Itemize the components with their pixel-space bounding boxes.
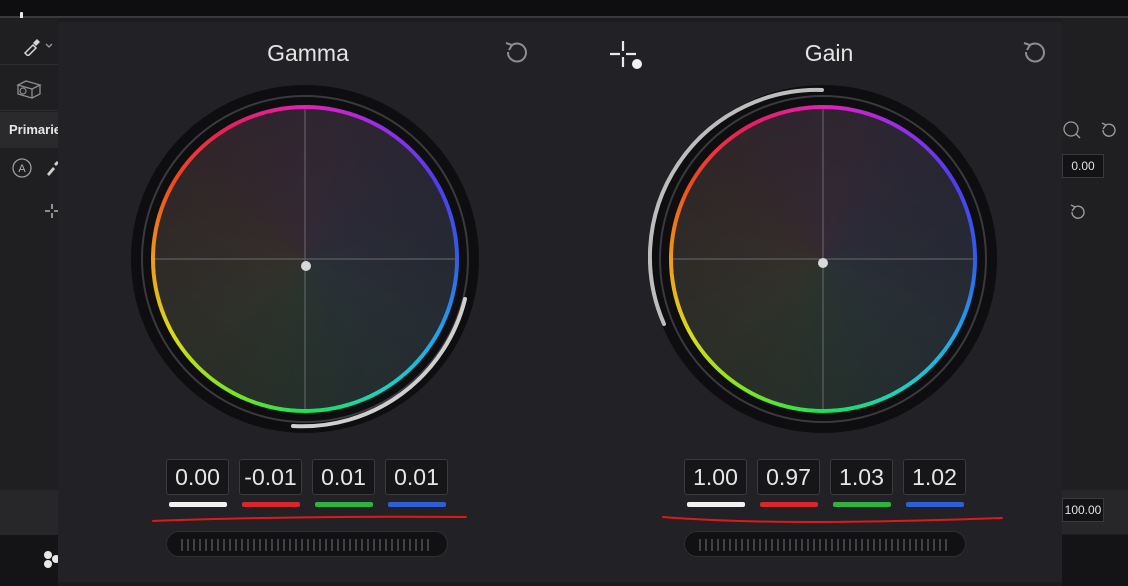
green-channel-swatch bbox=[314, 502, 373, 507]
right-bottom-value-field[interactable]: 100.00 bbox=[1062, 498, 1104, 522]
gain-red-cell: 0.97 bbox=[757, 459, 820, 507]
red-channel-swatch bbox=[241, 502, 300, 507]
reset-icon[interactable] bbox=[1068, 202, 1088, 222]
crosshair-picker-icon[interactable] bbox=[606, 38, 644, 72]
gamma-blue-cell: 0.01 bbox=[385, 459, 448, 507]
gain-master-field[interactable]: 1.00 bbox=[684, 459, 747, 495]
jog-ticks bbox=[181, 539, 433, 551]
svg-text:A: A bbox=[18, 163, 26, 175]
gamma-green-cell: 0.01 bbox=[312, 459, 375, 507]
annotation-underline-gamma bbox=[152, 515, 467, 522]
green-channel-swatch bbox=[832, 502, 891, 507]
blue-channel-swatch bbox=[905, 502, 964, 507]
gamma-blue-field[interactable]: 0.01 bbox=[385, 459, 448, 495]
gamma-color-wheel[interactable] bbox=[130, 84, 480, 434]
reset-icon[interactable] bbox=[1098, 120, 1120, 140]
gain-blue-cell: 1.02 bbox=[903, 459, 966, 507]
gain-values-row: 1.00 0.97 1.03 1.02 bbox=[684, 459, 966, 507]
master-channel-swatch bbox=[168, 502, 227, 507]
annotation-underline-gain bbox=[662, 516, 1003, 523]
gamma-master-cell: 0.00 bbox=[166, 459, 229, 507]
gain-green-field[interactable]: 1.03 bbox=[830, 459, 893, 495]
gain-wheel-title: Gain bbox=[804, 40, 854, 66]
gamma-red-cell: -0.01 bbox=[239, 459, 302, 507]
gain-green-cell: 1.03 bbox=[830, 459, 893, 507]
primaries-tab[interactable]: Primaries bbox=[0, 112, 68, 148]
gain-reset-icon[interactable] bbox=[1018, 38, 1048, 68]
gain-color-wheel[interactable] bbox=[648, 84, 998, 434]
timeline-ruler bbox=[0, 16, 1128, 18]
blue-channel-swatch bbox=[387, 502, 446, 507]
gain-master-wheel-jog[interactable] bbox=[684, 531, 966, 557]
zoom-icon[interactable] bbox=[1062, 120, 1082, 140]
right-value-field[interactable]: 0.00 bbox=[1062, 154, 1104, 178]
gamma-wheel-title: Gamma bbox=[267, 40, 349, 66]
red-channel-swatch bbox=[759, 502, 818, 507]
gain-master-cell: 1.00 bbox=[684, 459, 747, 507]
master-channel-swatch bbox=[686, 502, 745, 507]
eyedropper-icon[interactable] bbox=[22, 36, 54, 56]
right-sidebar-footer bbox=[1062, 535, 1128, 586]
gamma-master-field[interactable]: 0.00 bbox=[166, 459, 229, 495]
sidebar-divider bbox=[0, 110, 58, 111]
gamma-red-field[interactable]: -0.01 bbox=[239, 459, 302, 495]
jog-ticks bbox=[699, 539, 951, 551]
qualifier-3d-icon[interactable] bbox=[14, 78, 44, 100]
sidebar-divider bbox=[0, 64, 58, 65]
gamma-master-wheel-jog[interactable] bbox=[166, 531, 448, 557]
gamma-reset-icon[interactable] bbox=[500, 38, 530, 68]
gamma-green-field[interactable]: 0.01 bbox=[312, 459, 375, 495]
gamma-values-row: 0.00 -0.01 0.01 0.01 bbox=[166, 459, 448, 507]
gain-blue-field[interactable]: 1.02 bbox=[903, 459, 966, 495]
auto-balance-icon[interactable]: A bbox=[11, 157, 33, 179]
gain-red-field[interactable]: 0.97 bbox=[757, 459, 820, 495]
